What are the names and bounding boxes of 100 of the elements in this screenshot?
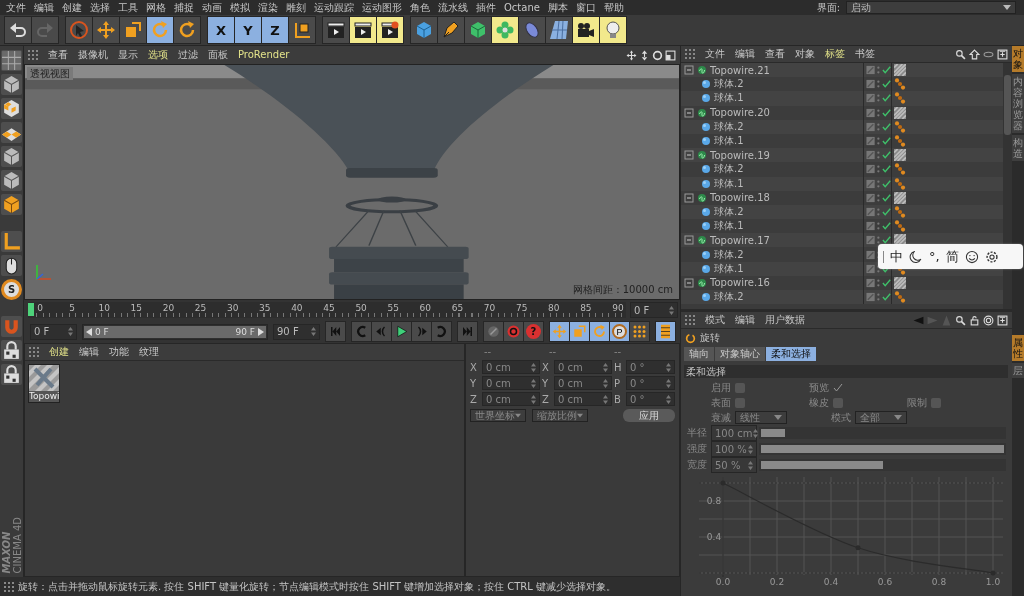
object-name[interactable]: 球体.2 [714,247,744,262]
tick-label: 0.8 [931,577,947,587]
object-name[interactable]: Topowire.17 [710,234,770,246]
object-name[interactable]: 球体.1 [714,261,744,276]
axis-lock-button[interactable]: Z [262,17,288,43]
coordinate-field[interactable]: 0 ° [626,392,675,406]
menu-item[interactable]: 编辑 [30,0,58,15]
menu-item[interactable]: 运动跟踪 [310,0,358,15]
menu-item[interactable]: 创建 [58,0,86,15]
coordinate-field[interactable]: 0 ° [626,360,675,374]
tick-label: 0.6 [877,577,893,587]
axis-label: P [614,377,622,389]
view-label: 透视视图 [27,67,73,80]
menu-item[interactable]: 书签 [851,47,879,61]
side-tab[interactable]: 层 [1012,363,1024,378]
menu-item[interactable]: 查看 [761,47,789,61]
object-name[interactable]: 球体.1 [714,176,744,191]
apply-button[interactable]: 应用 [623,409,675,422]
start-frame-field[interactable]: 0 F [30,323,77,340]
menu-item[interactable]: 插件 [472,0,500,15]
menu-item[interactable]: 用户数据 [761,313,809,327]
side-tab[interactable]: 内容浏览器 [1012,74,1024,133]
menu-item[interactable]: 雕刻 [282,0,310,15]
axis-lock-button[interactable]: X [208,17,234,43]
menu-item[interactable]: 网格 [142,0,170,15]
menu-item[interactable]: 工具 [114,0,142,15]
menu-item[interactable]: 编辑 [731,313,759,327]
snap-button[interactable]: S [1,279,22,300]
tab[interactable]: 对象轴心 [715,347,765,361]
frame-label: 90 [612,303,624,313]
menu-item[interactable]: 面板 [204,48,232,62]
script-toggle[interactable]: 简 [945,247,959,266]
menu-item[interactable]: 显示 [114,48,142,62]
coordinate-field[interactable]: 0 cm [554,376,612,390]
menu-item[interactable]: ProRender [234,48,294,62]
menu-item[interactable]: 脚本 [543,0,572,15]
tab[interactable]: 轴向 [684,347,714,361]
object-name[interactable]: 球体.1 [714,219,744,234]
menu-item[interactable]: 模式 [701,313,729,327]
tab[interactable]: 柔和选择 [766,347,816,361]
object-name[interactable]: 球体.1 [714,91,744,106]
coordinate-field[interactable]: 0 cm [482,360,540,374]
menu-item[interactable]: Octane [500,0,544,15]
timeline-ruler[interactable]: 0 5 10 15 20 25 30 35 40 45 50 55 60 65 70 75 80 85 90 [28,302,626,318]
menu-item[interactable]: 过滤 [174,48,202,62]
menu-item[interactable]: 编辑 [731,47,759,61]
side-tab[interactable]: 对象 [1012,46,1024,72]
object-name[interactable]: 球体.1 [714,134,744,149]
menu-item[interactable]: 窗口 [571,0,600,15]
menu-item[interactable]: 选项 [144,48,172,62]
axis-lock-button[interactable]: Y [235,17,261,43]
coordinate-field[interactable]: 0 cm [554,360,612,374]
menu-item[interactable]: 文件 [701,47,729,61]
menu-item[interactable]: 标签 [821,47,849,61]
end-frame-field[interactable]: 90 F [273,323,320,340]
menu-item[interactable]: 查看 [44,48,72,62]
object-name[interactable]: Topowire.18 [710,192,770,204]
axis-label: Z [470,393,478,405]
frame-range-slider[interactable]: 0 F 90 F [82,323,268,340]
side-tab[interactable]: 属性 [1012,335,1024,361]
menu-item[interactable]: 帮助 [599,0,628,15]
coordinate-field[interactable]: 0 cm [482,392,540,406]
menu-item[interactable]: 角色 [406,0,434,15]
menu-item[interactable]: 流水线 [434,0,472,15]
menu-item[interactable]: 摄像机 [74,48,112,62]
menu-item[interactable]: 编辑 [75,345,103,359]
material-swatch[interactable]: Topowi [28,364,60,403]
object-name[interactable]: Topowire.21 [710,64,770,76]
layout-dropdown[interactable]: 启动 [846,1,1016,14]
menu-item[interactable]: 模拟 [226,0,254,15]
menu-item[interactable]: 纹理 [135,345,163,359]
coordinate-field[interactable]: 0 cm [554,392,612,406]
punctuation-toggle[interactable]: °, [929,249,940,264]
menu-item[interactable]: 功能 [105,345,133,359]
input-mode-toggle[interactable]: 中 [890,247,903,266]
object-name[interactable]: 球体.2 [714,119,744,134]
object-name[interactable]: 球体.2 [714,162,744,177]
coordinate-field[interactable]: 0 ° [626,376,675,390]
object-name[interactable]: 球体.2 [714,290,744,305]
object-name[interactable]: Topowire.16 [710,277,770,289]
frame-label: 35 [259,303,271,313]
object-name[interactable]: 球体.2 [714,204,744,219]
menu-item[interactable]: 文件 [2,0,30,15]
current-frame-field[interactable]: 0 F [630,302,678,318]
object-name[interactable]: 球体.2 [714,77,744,92]
axis-label: Y [470,377,478,389]
object-name[interactable]: Topowire.20 [710,107,770,119]
side-tab[interactable]: 构造 [1012,135,1024,161]
frame-label: 70 [483,303,496,313]
menu-item[interactable]: 对象 [791,47,819,61]
menu-item[interactable]: 动画 [198,0,226,15]
menu-item[interactable]: 选择 [86,0,114,15]
menu-item[interactable]: 创建 [45,345,73,359]
coordinate-field[interactable]: 0 cm [482,376,540,390]
autokey-button[interactable]: ? [524,322,543,341]
parameter-key-button[interactable]: P [610,322,629,341]
menu-item[interactable]: 运动图形 [358,0,406,15]
menu-item[interactable]: 渲染 [254,0,282,15]
object-name[interactable]: Topowire.19 [710,149,770,161]
menu-item[interactable]: 捕捉 [170,0,198,15]
